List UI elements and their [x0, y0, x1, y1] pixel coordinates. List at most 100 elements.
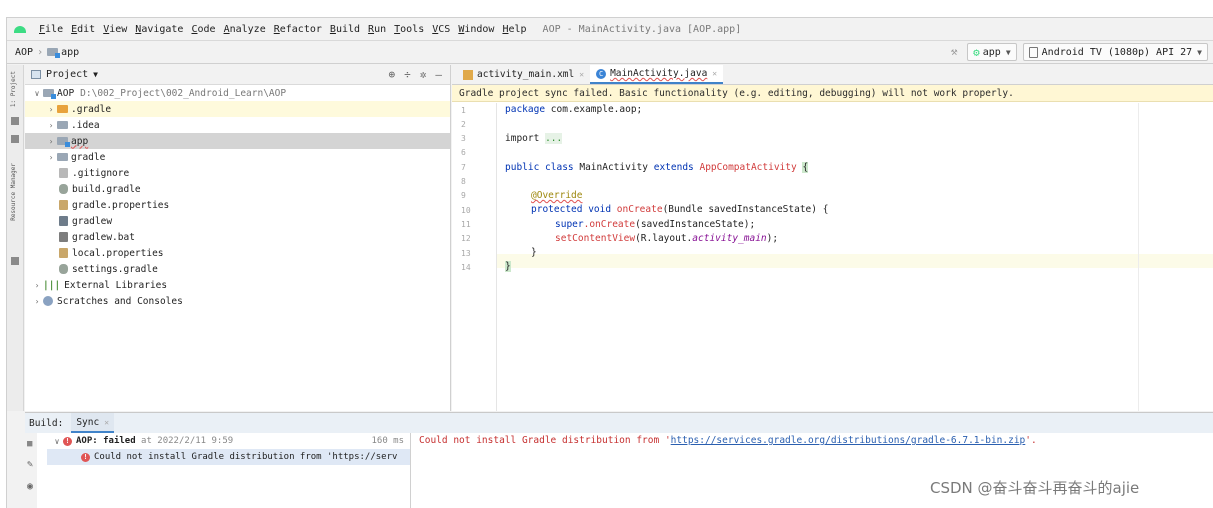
tree-item-local-properties[interactable]: local.properties: [25, 245, 450, 261]
tree-item-gitignore[interactable]: .gitignore: [25, 165, 450, 181]
tree-item-label: gradlew: [72, 215, 113, 227]
tree-item-gradle[interactable]: › gradle: [25, 149, 450, 165]
device-icon: [1028, 46, 1038, 58]
menu-edit[interactable]: Edit: [67, 24, 99, 35]
build-tree-row-error[interactable]: ! Could not install Gradle distribution …: [47, 449, 410, 465]
menu-window[interactable]: Window: [454, 24, 498, 35]
gear-icon[interactable]: ✲: [420, 68, 427, 81]
build-output-tree: ∨ ! AOP: failed at 2022/2/11 9:59 160 ms…: [47, 433, 411, 508]
build-status: failed: [103, 436, 136, 446]
build-panel-header: Build: Sync ✕: [25, 413, 1213, 433]
folder-icon: [57, 153, 68, 161]
tree-item-app[interactable]: › app: [25, 133, 450, 149]
tree-item-build-gradle[interactable]: build.gradle: [25, 181, 450, 197]
run-config-label: app: [982, 46, 1001, 58]
favorites-icon[interactable]: [11, 135, 19, 143]
chevron-expanded-icon[interactable]: ∨: [31, 89, 43, 98]
minimize-icon[interactable]: —: [435, 68, 442, 81]
pin-icon[interactable]: ✎: [27, 459, 33, 470]
code-line-7: public class MainActivity extends AppCom…: [505, 162, 809, 173]
tree-item-scratches[interactable]: › Scratches and Consoles: [25, 293, 450, 309]
chevron-collapsed-icon[interactable]: ›: [45, 105, 57, 114]
menu-navigate[interactable]: Navigate: [131, 24, 187, 35]
chevron-collapsed-icon[interactable]: ›: [31, 281, 43, 290]
tree-item-label: External Libraries: [64, 279, 168, 291]
properties-file-icon: [59, 200, 68, 210]
menu-view[interactable]: View: [99, 24, 131, 35]
tab-main-activity-java[interactable]: C MainActivity.java ✕: [590, 65, 724, 84]
project-tool-tab[interactable]: 1: Project: [10, 71, 17, 107]
close-icon[interactable]: ✕: [712, 69, 717, 78]
run-config-select[interactable]: ⚙ app ▼: [967, 43, 1017, 61]
tree-item-settings-gradle[interactable]: settings.gradle: [25, 261, 450, 277]
menu-file[interactable]: File: [35, 24, 67, 35]
sync-failed-banner: Gradle project sync failed. Basic functi…: [452, 85, 1213, 102]
chevron-collapsed-icon[interactable]: ›: [45, 153, 57, 162]
menu-vcs[interactable]: VCS: [428, 24, 454, 35]
line-number: 10: [461, 206, 471, 215]
library-icon: |||: [43, 279, 61, 291]
tab-activity-main-xml[interactable]: activity_main.xml ✕: [457, 65, 590, 84]
menu-refactor[interactable]: Refactor: [270, 24, 326, 35]
gradle-distribution-link[interactable]: https://services.gradle.org/distribution…: [671, 435, 1026, 446]
tree-item-path: D:\002_Project\002_Android_Learn\AOP: [80, 87, 287, 99]
device-select[interactable]: Android TV (1080p) API 27 ▼: [1022, 43, 1208, 61]
line-number: 12: [461, 234, 471, 243]
resource-manager-tab[interactable]: Resource Manager: [10, 163, 17, 221]
tree-item-gradlew[interactable]: gradlew: [25, 213, 450, 229]
chevron-collapsed-icon[interactable]: ›: [45, 121, 57, 130]
breadcrumb-root[interactable]: AOP: [15, 47, 33, 58]
project-view-icon: [31, 70, 41, 79]
collapse-all-icon[interactable]: ÷: [404, 68, 411, 81]
build-actions-strip: ■ ✎ ◉: [13, 433, 37, 508]
menu-help[interactable]: Help: [498, 24, 530, 35]
code-area[interactable]: 1 2 3 6 7 8 9 10 11 12 13 14 package com…: [452, 103, 1213, 411]
tree-item-aop-root[interactable]: ∨ AOP D:\002_Project\002_Android_Learn\A…: [25, 85, 450, 101]
tree-item-idea[interactable]: › .idea: [25, 117, 450, 133]
menu-build[interactable]: Build: [326, 24, 364, 35]
android-app-icon: ⚙: [973, 45, 980, 59]
tree-item-gradle-properties[interactable]: gradle.properties: [25, 197, 450, 213]
chevron-collapsed-icon[interactable]: ›: [31, 297, 43, 306]
build-tree-row-aop[interactable]: ∨ ! AOP: failed at 2022/2/11 9:59 160 ms: [47, 433, 410, 449]
hammer-build-icon[interactable]: ⚒: [947, 45, 961, 59]
tree-item-label: gradle.properties: [72, 199, 170, 211]
stop-icon[interactable]: ■: [27, 439, 32, 449]
line-number: 8: [461, 177, 466, 186]
line-number: 11: [461, 220, 471, 229]
tab-sync[interactable]: Sync ✕: [71, 413, 115, 433]
line-number: 13: [461, 249, 471, 258]
eye-icon[interactable]: ◉: [27, 481, 33, 492]
editor-tabs: activity_main.xml ✕ C MainActivity.java …: [452, 65, 1213, 85]
scratches-icon: [43, 296, 53, 306]
menu-run[interactable]: Run: [364, 24, 390, 35]
close-icon[interactable]: ✕: [579, 70, 584, 79]
menu-tools[interactable]: Tools: [390, 24, 428, 35]
folder-icon: [57, 121, 68, 129]
folder-icon: [57, 105, 68, 113]
breadcrumb-module[interactable]: app: [47, 47, 79, 58]
tree-item-external-libraries[interactable]: › ||| External Libraries: [25, 277, 450, 293]
code-editor: activity_main.xml ✕ C MainActivity.java …: [452, 65, 1213, 411]
chevron-collapsed-icon[interactable]: ›: [45, 137, 57, 146]
locate-target-icon[interactable]: ⊕: [389, 68, 396, 81]
project-panel: Project ▼ ⊕ ÷ ✲ — ∨ AOP D:\002_Project\0…: [25, 65, 451, 411]
breadcrumb-separator-icon: ›: [37, 46, 44, 58]
chevron-expanded-icon[interactable]: ∨: [51, 437, 63, 446]
build-label: Build:: [29, 417, 64, 429]
gradle-file-icon: [59, 264, 68, 274]
code-line-1: package com.example.aop;: [505, 104, 643, 115]
folded-import-block[interactable]: ...: [545, 133, 563, 144]
build-variants-icon[interactable]: [11, 257, 19, 265]
menu-analyze[interactable]: Analyze: [220, 24, 270, 35]
tree-item-label: .gitignore: [72, 167, 130, 179]
code-line-11: super.onCreate(savedInstanceState);: [555, 219, 756, 230]
tree-item-gradle-cache[interactable]: › .gradle: [25, 101, 450, 117]
project-view-select[interactable]: Project: [46, 69, 88, 80]
chevron-down-icon: ▼: [1197, 47, 1202, 57]
menu-code[interactable]: Code: [187, 24, 219, 35]
tree-item-gradlew-bat[interactable]: gradlew.bat: [25, 229, 450, 245]
tree-item-label: Scratches and Consoles: [57, 295, 183, 307]
close-icon[interactable]: ✕: [104, 418, 109, 427]
structure-icon[interactable]: [11, 117, 19, 125]
